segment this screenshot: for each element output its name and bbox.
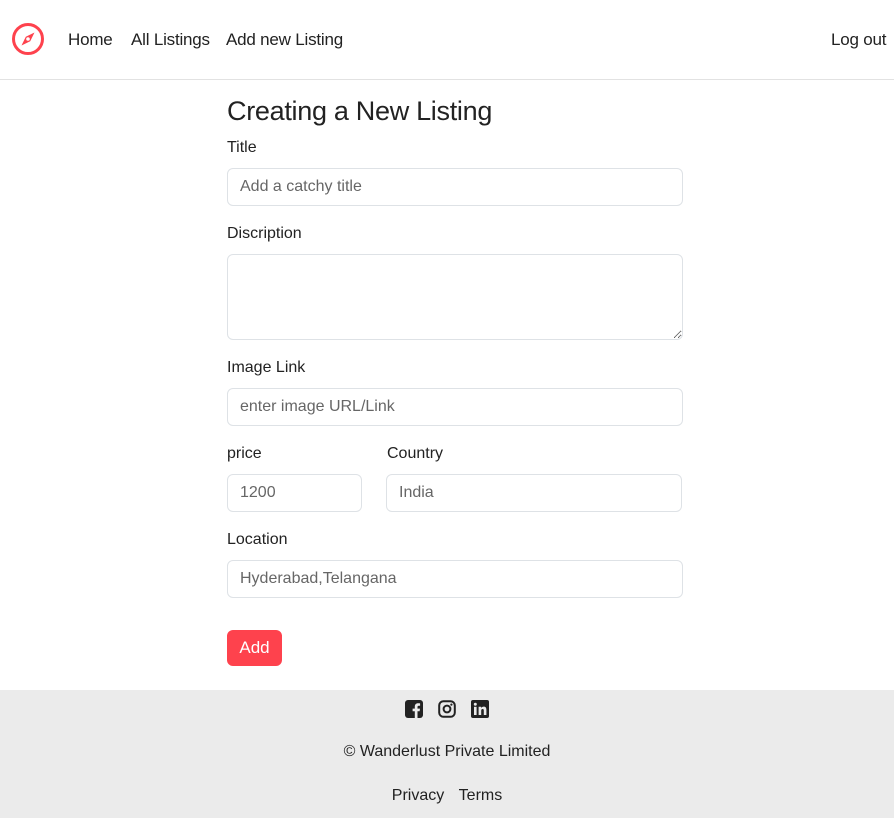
nav-all-listings-link[interactable]: All Listings [131, 29, 210, 51]
instagram-icon [438, 700, 456, 718]
description-label: Discription [227, 225, 302, 242]
nav-add-listing-link[interactable]: Add new Listing [226, 29, 343, 51]
image-link-input[interactable] [227, 388, 683, 426]
linkedin-link[interactable] [471, 700, 489, 718]
title-input[interactable] [227, 168, 683, 206]
title-label: Title [227, 139, 257, 156]
location-label: Location [227, 531, 288, 548]
description-textarea[interactable] [227, 254, 683, 340]
description-wrapper [227, 254, 683, 340]
footer: © Wanderlust Private Limited Privacy Ter… [0, 690, 894, 818]
navbar: Home All Listings Add new Listing Log ou… [0, 0, 894, 80]
copyright-text: © Wanderlust Private Limited [343, 743, 551, 760]
price-input[interactable] [227, 474, 362, 512]
price-label: price [227, 445, 262, 462]
facebook-link[interactable] [405, 700, 423, 718]
linkedin-icon [471, 700, 489, 718]
social-links [405, 700, 489, 718]
footer-links: Privacy Terms [0, 786, 894, 806]
nav-home-link[interactable]: Home [68, 29, 113, 51]
logout-link[interactable]: Log out [831, 29, 887, 51]
image-link-label: Image Link [227, 359, 306, 376]
country-label: Country [387, 445, 444, 462]
country-input[interactable] [386, 474, 682, 512]
instagram-link[interactable] [438, 700, 456, 718]
compass-icon [12, 23, 44, 55]
terms-link[interactable]: Terms [459, 787, 503, 804]
privacy-link[interactable]: Privacy [392, 787, 444, 804]
facebook-icon [405, 700, 423, 718]
location-input[interactable] [227, 560, 683, 598]
page-title: Creating a New Listing [227, 96, 493, 126]
add-button[interactable]: Add [227, 630, 282, 666]
brand-logo[interactable] [11, 22, 45, 56]
